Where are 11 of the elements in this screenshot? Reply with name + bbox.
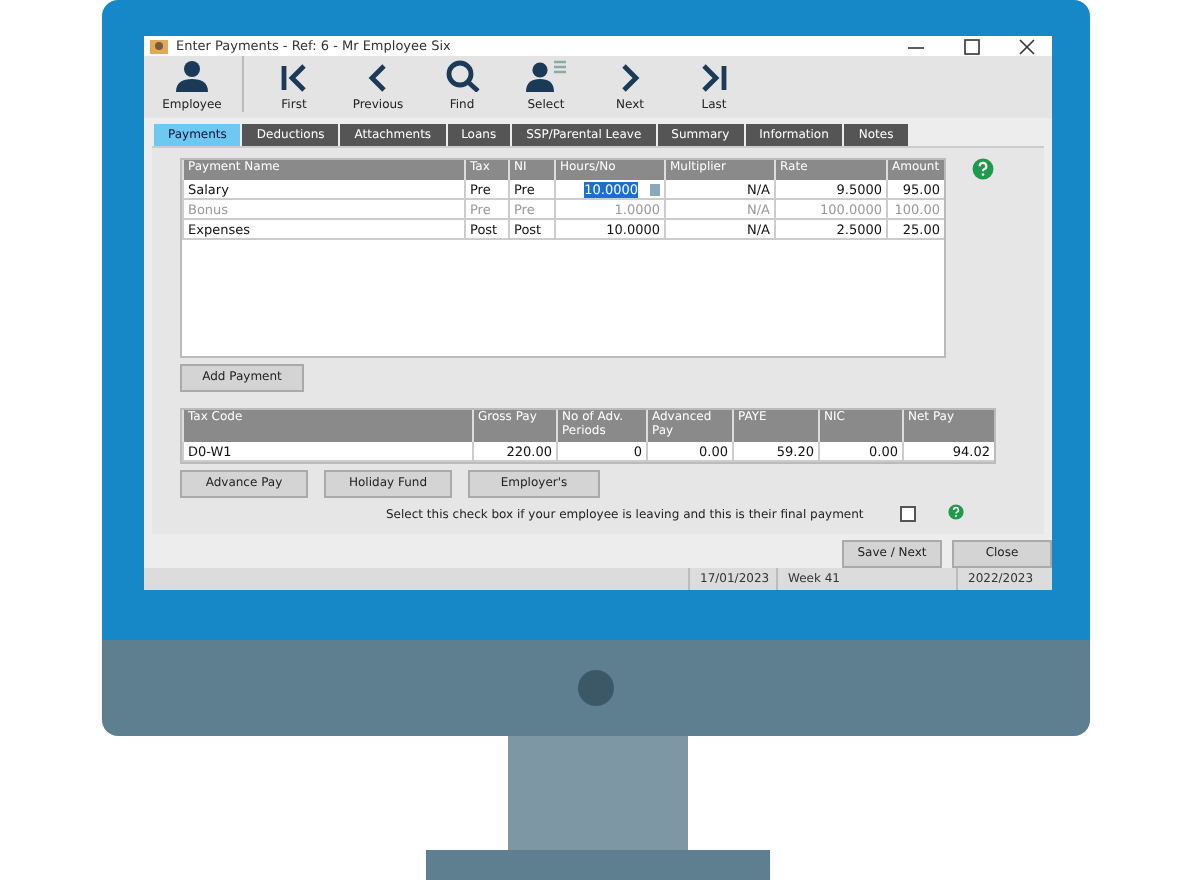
person-list-icon [524, 60, 568, 92]
chevron-right-icon [620, 64, 640, 92]
skip-first-icon [280, 64, 308, 92]
help-icon[interactable] [947, 504, 964, 520]
app-icon [150, 37, 168, 55]
person-icon [174, 60, 210, 92]
skip-last-icon [700, 64, 728, 92]
final-payment-checkbox[interactable] [899, 506, 916, 522]
chevron-left-icon [368, 64, 388, 92]
help-icon[interactable] [972, 158, 994, 180]
search-icon [445, 60, 479, 92]
